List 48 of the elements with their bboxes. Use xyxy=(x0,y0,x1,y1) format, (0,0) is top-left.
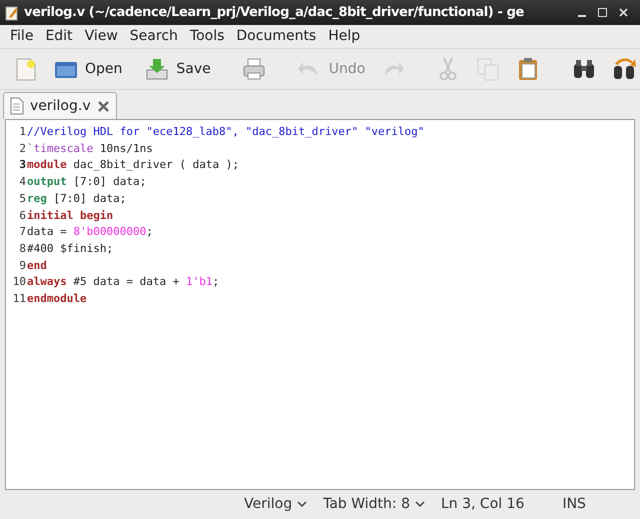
menu-item[interactable]: Tools xyxy=(184,26,230,47)
binoculars-arrow-icon xyxy=(611,56,638,82)
code-line: reg [7:0] data; xyxy=(27,190,126,207)
line-number: 8 xyxy=(18,240,27,257)
menu-item[interactable]: Search xyxy=(124,26,184,47)
code-line: //Verilog HDL for "ece128_lab8", "dac_8bit_driver" "verilog" xyxy=(27,124,424,140)
code-line: module dac_8bit_driver ( data ); xyxy=(27,157,239,174)
app-icon xyxy=(4,4,20,20)
line-number: 11 xyxy=(12,291,27,308)
maximize-icon[interactable] xyxy=(598,8,607,17)
window-title: verilog.v (~/cadence/Learn_prj/Verilog_a/dac_8bit_driver/functional) - ge xyxy=(24,4,524,22)
close-icon[interactable] xyxy=(96,100,110,112)
code-line: `timescale 10ns/1ns xyxy=(27,140,153,157)
menu-item[interactable]: Documents xyxy=(230,26,322,47)
line-number: 10 xyxy=(12,274,27,290)
code-line: always #5 data = data + 1'b1; xyxy=(27,274,220,290)
menu-item[interactable]: File xyxy=(4,26,40,47)
code-line: endmodule xyxy=(27,291,87,308)
dropdown-caret-icon xyxy=(297,501,308,508)
dropdown-caret-icon xyxy=(415,501,425,508)
printer-icon xyxy=(240,56,267,82)
code-editor[interactable] xyxy=(5,119,635,490)
insert-mode: INS xyxy=(562,495,586,514)
document-icon xyxy=(10,97,24,115)
line-number: 9 xyxy=(18,258,27,274)
language-dropdown[interactable]: Verilog xyxy=(244,494,308,515)
download-tray-icon xyxy=(144,56,170,82)
copy-icon xyxy=(475,56,502,82)
open-button[interactable]: Open xyxy=(48,52,128,86)
menu-item[interactable]: View xyxy=(78,26,124,47)
line-number: 7 xyxy=(18,224,27,240)
line-number: 1 xyxy=(18,124,27,140)
tab-width-dropdown[interactable]: Tab Width: 8 xyxy=(323,494,425,515)
file-tab[interactable]: verilog.v xyxy=(3,92,117,119)
cursor-position: Ln 3, Col 16 xyxy=(441,495,524,514)
line-number: 6 xyxy=(18,208,27,224)
line-number: 4 xyxy=(18,174,27,190)
code-line: #400 $finish; xyxy=(27,240,114,257)
save-button[interactable]: Save xyxy=(139,52,216,86)
line-number: 5 xyxy=(18,190,27,207)
line-number: 2 xyxy=(18,140,27,157)
code-line: data = 8'b00000000; xyxy=(27,224,153,240)
menu-item[interactable]: Edit xyxy=(39,26,79,47)
code-line: initial begin xyxy=(27,208,114,224)
line-number: 3 xyxy=(18,157,27,174)
code-line: output [7:0] data; xyxy=(27,174,146,190)
code-line: end xyxy=(27,258,47,274)
menu-item[interactable]: Help xyxy=(322,26,366,47)
